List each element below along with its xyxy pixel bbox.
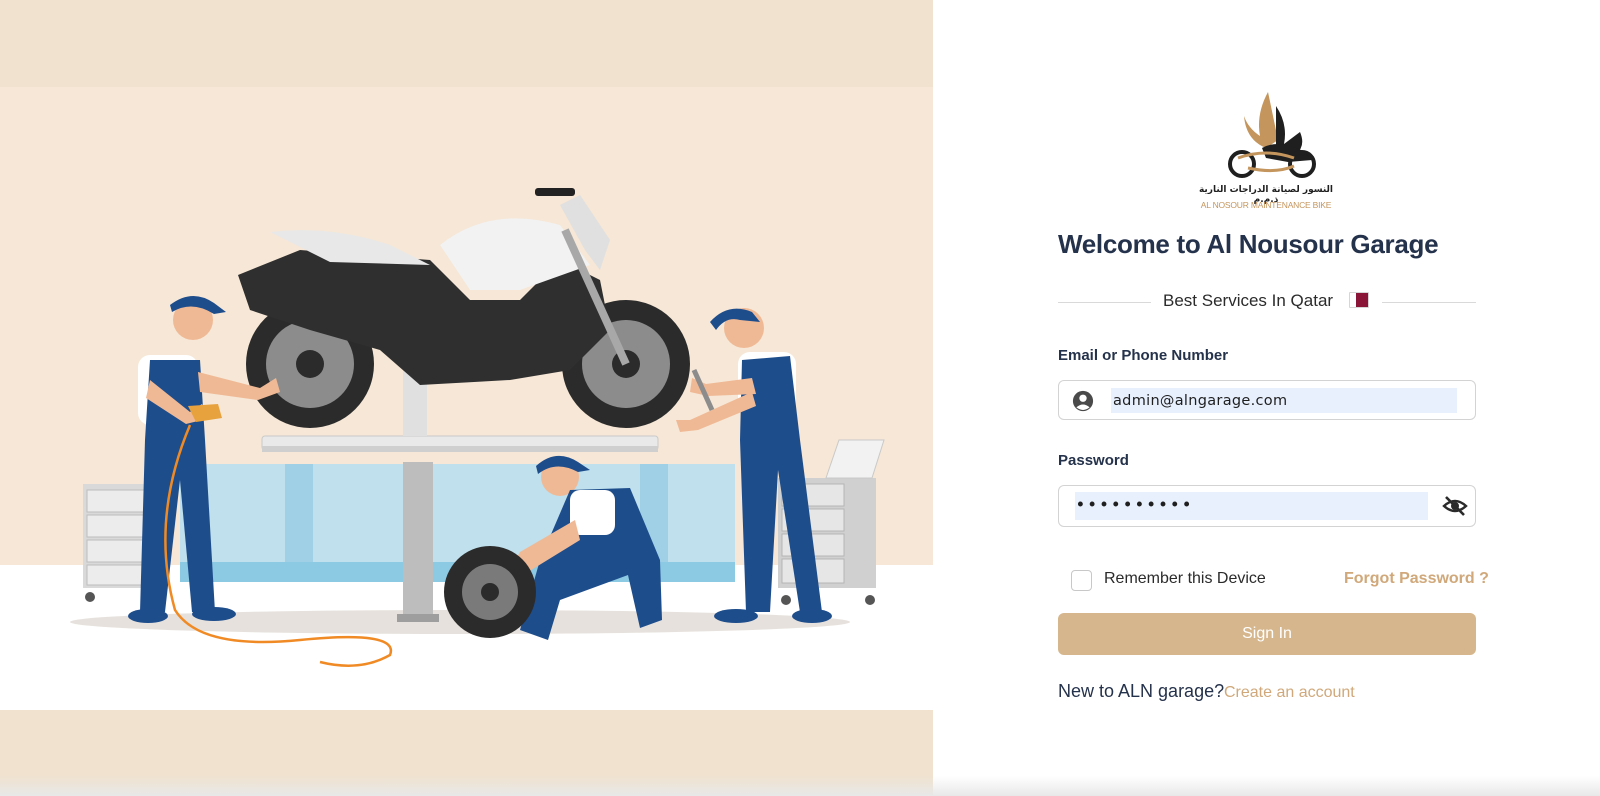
remember-device-checkbox[interactable] (1071, 570, 1092, 591)
password-label: Password (1058, 452, 1129, 469)
tagline: Best Services In Qatar (1163, 291, 1334, 310)
divider-left (1058, 302, 1151, 303)
illustration-panel (0, 0, 933, 796)
forgot-password-link[interactable]: Forgot Password ? (1344, 570, 1489, 588)
sign-in-button[interactable]: Sign In (1058, 613, 1476, 655)
winged-motorcycle-logo-icon (1228, 92, 1316, 178)
mechanics-illustration (70, 188, 885, 667)
qatar-flag-icon (1349, 292, 1369, 308)
email-input[interactable] (1111, 388, 1457, 413)
password-field[interactable] (1058, 485, 1476, 527)
brand-english-name: AL NOSOUR MAINTENANCE BIKE (1200, 200, 1332, 210)
remember-device-label[interactable]: Remember this Device (1104, 570, 1266, 588)
email-label: Email or Phone Number (1058, 347, 1229, 364)
email-field[interactable] (1058, 380, 1476, 420)
illustration-bottom-band (0, 710, 933, 796)
illustration-top-band (0, 0, 933, 87)
create-account-link[interactable]: Create an account (1224, 684, 1355, 702)
password-input[interactable] (1075, 492, 1428, 520)
user-circle-icon (1072, 390, 1094, 412)
page-title: Welcome to Al Nousour Garage (1058, 229, 1439, 259)
new-to-prompt: New to ALN garage? (1058, 681, 1225, 701)
eye-off-icon[interactable] (1442, 494, 1468, 518)
divider-right (1382, 302, 1476, 303)
